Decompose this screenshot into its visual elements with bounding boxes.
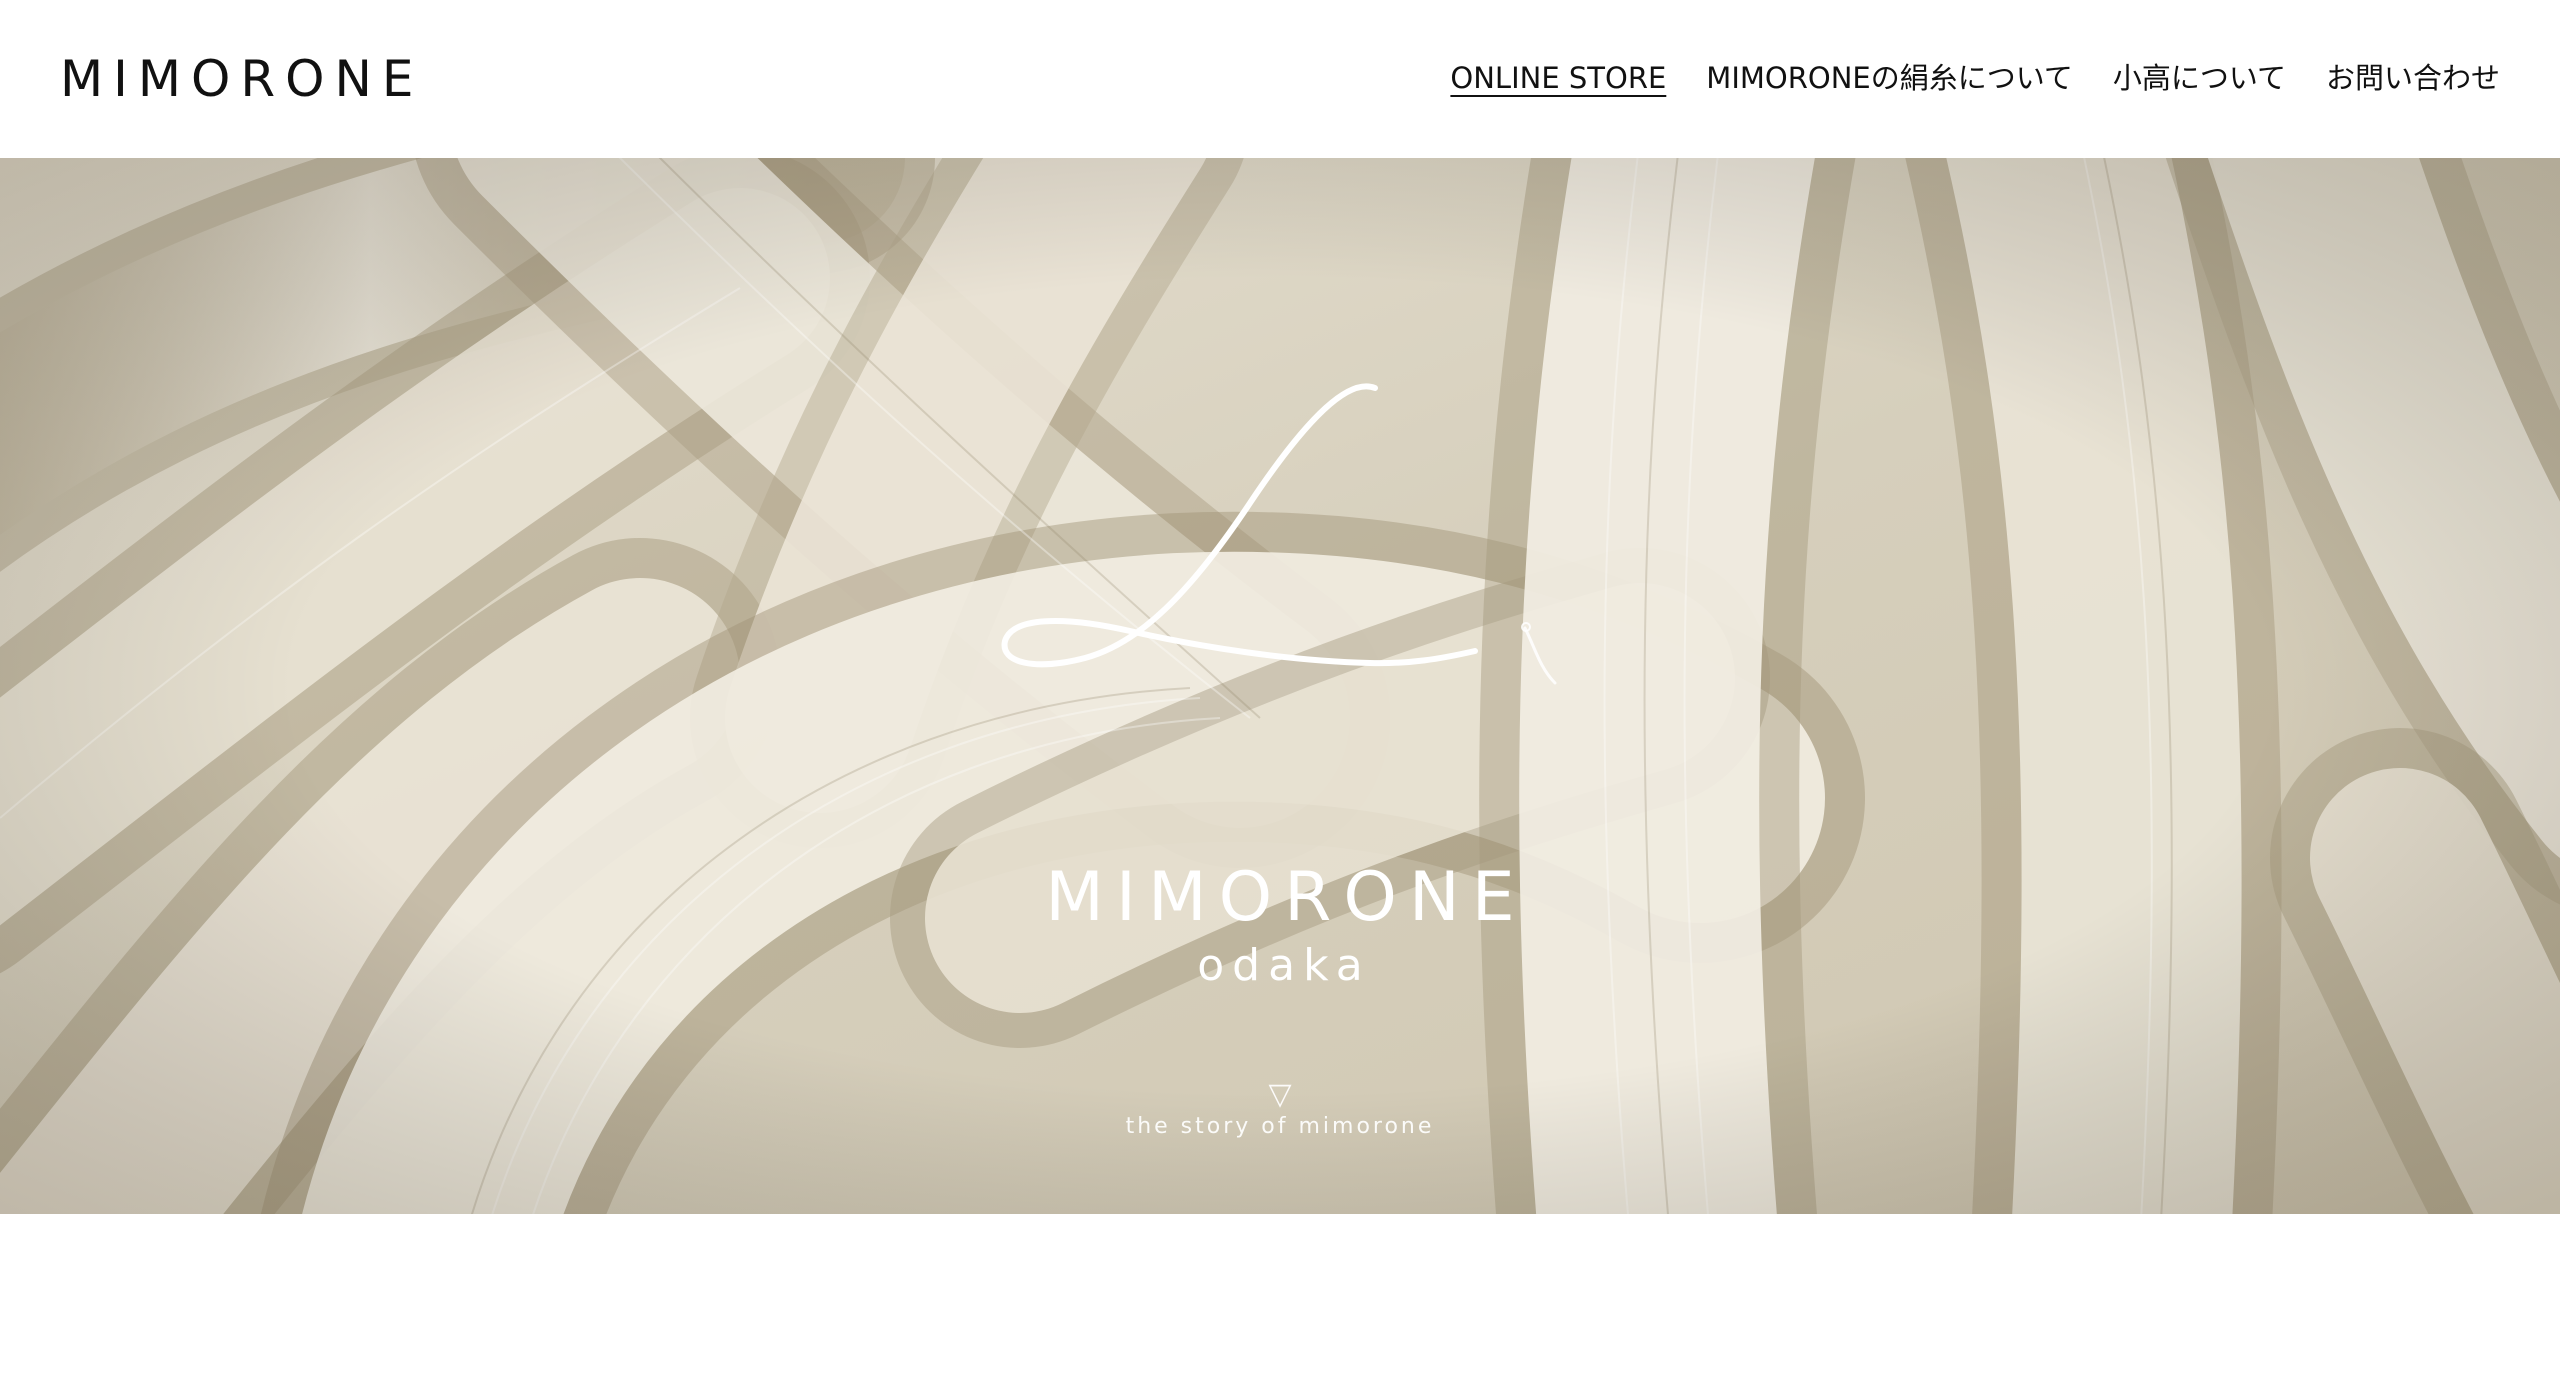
scroll-cue-label: the story of mimorone bbox=[1125, 1114, 1435, 1139]
scroll-down-link[interactable]: ▽ the story of mimorone bbox=[1080, 1078, 1480, 1142]
site-logo[interactable]: MIMORONE bbox=[60, 46, 423, 112]
hero-subtitle: odaka bbox=[1197, 940, 1371, 991]
thread-needle-logo-icon bbox=[1001, 383, 1557, 685]
nav-about-odaka[interactable]: 小高について bbox=[2113, 56, 2286, 100]
nav-about-silk[interactable]: MIMORONEの絹糸について bbox=[1706, 56, 2073, 100]
site-header: MIMORONE ONLINE STORE MIMORONEの絹糸について 小高… bbox=[0, 0, 2560, 158]
nav-online-store[interactable]: ONLINE STORE bbox=[1450, 56, 1666, 100]
nav-contact[interactable]: お問い合わせ bbox=[2326, 56, 2500, 100]
hero-title: MIMORONE bbox=[1045, 858, 1527, 937]
content-area bbox=[0, 1214, 2560, 1374]
hero-section: MIMORONE odaka ▽ the story of mimorone bbox=[0, 158, 2560, 1214]
down-triangle-icon: ▽ bbox=[1268, 1077, 1292, 1112]
main-nav: ONLINE STORE MIMORONEの絹糸について 小高について お問い合… bbox=[1450, 56, 2500, 100]
